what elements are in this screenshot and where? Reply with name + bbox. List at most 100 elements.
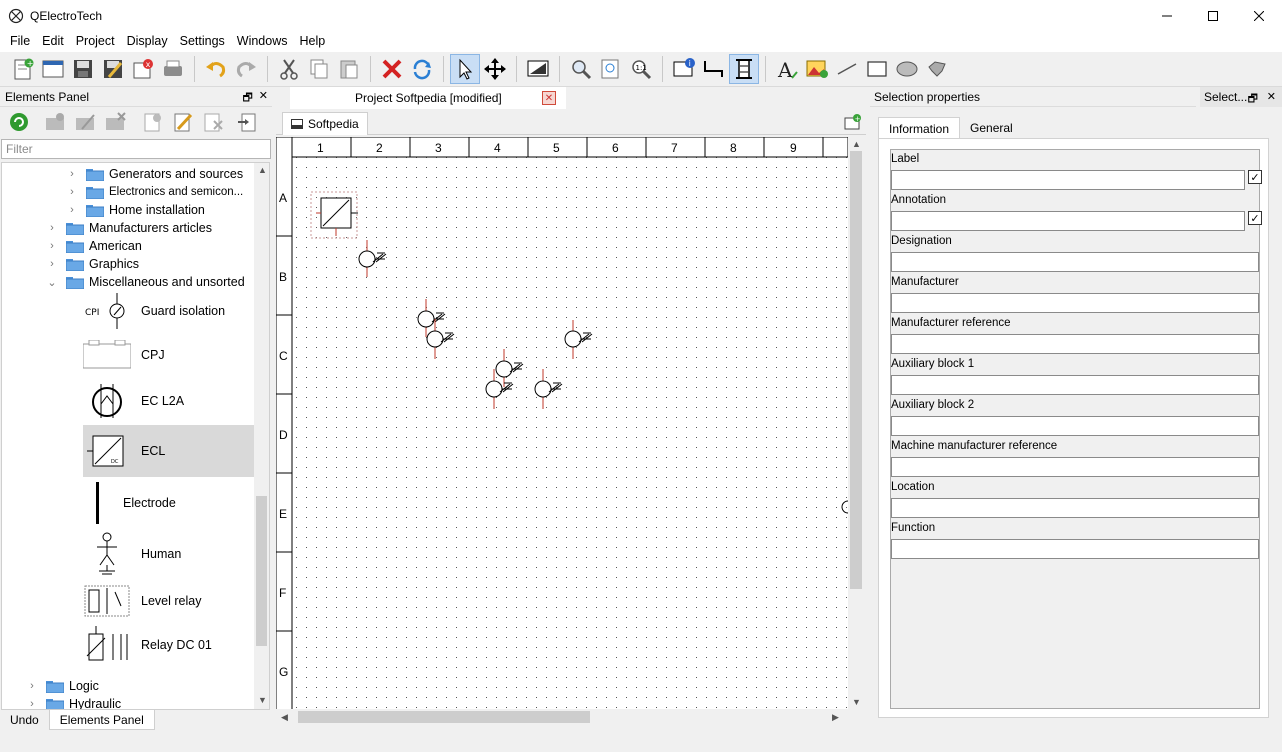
scroll-right-icon[interactable]: ▶ <box>832 712 839 723</box>
copy-button[interactable] <box>304 54 334 84</box>
add-image-button[interactable] <box>802 54 832 84</box>
tree-scroll-thumb[interactable] <box>256 496 267 646</box>
close-panel-icon[interactable]: ✕ <box>259 89 268 108</box>
tree-folder[interactable]: › Manufacturers articles <box>46 219 212 237</box>
element-item[interactable]: Electrode <box>83 479 255 527</box>
manufacturer-input[interactable] <box>891 293 1259 313</box>
move-tool-button[interactable] <box>480 54 510 84</box>
scroll-left-icon[interactable]: ◀ <box>281 712 288 723</box>
add-polygon-button[interactable] <box>922 54 952 84</box>
zoom-reset-button[interactable] <box>596 54 626 84</box>
scroll-down-icon[interactable]: ▼ <box>258 695 267 705</box>
scroll-up-icon[interactable]: ▲ <box>852 139 861 149</box>
reload-button[interactable] <box>4 108 34 136</box>
menu-settings[interactable]: Settings <box>174 31 231 52</box>
add-text-button[interactable]: A <box>772 54 802 84</box>
new-element-button[interactable] <box>138 108 168 136</box>
import-element-button[interactable] <box>232 108 262 136</box>
annotation-input[interactable] <box>891 211 1245 231</box>
folio-info-button[interactable]: i <box>669 54 699 84</box>
new-folio-button[interactable] <box>38 54 68 84</box>
new-category-button[interactable] <box>40 108 70 136</box>
terminal-button[interactable] <box>729 54 759 84</box>
vertical-scroll-thumb[interactable] <box>850 151 862 589</box>
tree-folder-expanded[interactable]: ⌄ Miscellaneous and unsorted <box>46 273 245 291</box>
menu-project[interactable]: Project <box>70 31 121 52</box>
menu-display[interactable]: Display <box>121 31 174 52</box>
tree-folder[interactable]: › Home installation <box>66 201 205 219</box>
element-item[interactable]: Relay DC 01 <box>83 623 255 667</box>
cut-button[interactable] <box>274 54 304 84</box>
manufacturer-reference-input[interactable] <box>891 334 1259 354</box>
paste-button[interactable] <box>334 54 364 84</box>
delete-element-button[interactable] <box>198 108 228 136</box>
diagram-canvas[interactable]: 1 2 3 4 5 6 7 8 9 A B C D E F G <box>276 137 848 715</box>
add-folio-icon[interactable]: + <box>844 113 862 131</box>
fit-view-button[interactable] <box>523 54 553 84</box>
diagram-horizontal-scrollbar[interactable]: ◀ ▶ <box>276 709 848 725</box>
minimize-button[interactable] <box>1144 0 1190 31</box>
scroll-down-icon[interactable]: ▼ <box>852 697 861 707</box>
tree-folder[interactable]: › Hydraulic <box>26 695 121 709</box>
new-project-button[interactable]: + <box>8 54 38 84</box>
element-item[interactable]: Level relay <box>83 581 255 621</box>
label-visible-checkbox[interactable]: ✓ <box>1248 170 1262 184</box>
print-button[interactable] <box>158 54 188 84</box>
edit-category-button[interactable] <box>70 108 100 136</box>
menu-file[interactable]: File <box>4 31 36 52</box>
conductor-button[interactable] <box>699 54 729 84</box>
element-item[interactable]: Human <box>83 529 255 579</box>
redo-button[interactable] <box>231 54 261 84</box>
menu-edit[interactable]: Edit <box>36 31 70 52</box>
tab-elements-panel[interactable]: Elements Panel <box>48 710 155 730</box>
filter-input[interactable]: Filter <box>1 139 271 159</box>
zoom-fit-button[interactable] <box>566 54 596 84</box>
label-input[interactable] <box>891 170 1245 190</box>
edit-element-button[interactable] <box>168 108 198 136</box>
element-item[interactable]: CPJ <box>83 333 255 377</box>
tab-undo[interactable]: Undo <box>0 710 49 730</box>
tree-folder[interactable]: › Logic <box>26 677 99 695</box>
designation-input[interactable] <box>891 252 1259 272</box>
delete-category-button[interactable] <box>100 108 130 136</box>
tree-folder[interactable]: › Generators and sources <box>66 165 243 183</box>
tree-folder[interactable]: › Graphics <box>46 255 139 273</box>
folio-tab[interactable]: Softpedia <box>282 112 368 135</box>
float-panel-icon[interactable]: 🗗 <box>1248 90 1258 109</box>
close-project-button[interactable]: x <box>128 54 158 84</box>
auxiliary-block-2-input[interactable] <box>891 416 1259 436</box>
tab-information[interactable]: Information <box>878 117 961 139</box>
save-button[interactable] <box>68 54 98 84</box>
project-tab[interactable]: Project Softpedia [modified] ✕ <box>290 87 566 109</box>
tab-general[interactable]: General <box>960 117 1023 139</box>
save-as-button[interactable] <box>98 54 128 84</box>
location-input[interactable] <box>891 498 1259 518</box>
machine-manufacturer-reference-input[interactable] <box>891 457 1259 477</box>
undo-button[interactable] <box>201 54 231 84</box>
float-panel-icon[interactable]: 🗗 <box>242 89 252 108</box>
element-item[interactable]: EC L2A <box>83 379 255 423</box>
close-tab-icon[interactable]: ✕ <box>542 91 556 105</box>
element-item[interactable]: CPI Guard isolation <box>83 291 255 331</box>
tree-scrollbar[interactable]: ▲ ▼ <box>254 163 269 709</box>
close-window-button[interactable] <box>1236 0 1282 31</box>
zoom-in-button[interactable]: 1:1 <box>626 54 656 84</box>
tree-folder[interactable]: › American <box>46 237 142 255</box>
scroll-up-icon[interactable]: ▲ <box>258 165 267 175</box>
function-input[interactable] <box>891 539 1259 559</box>
diagram-vertical-scrollbar[interactable]: ▲ ▼ <box>848 137 864 715</box>
add-ellipse-button[interactable] <box>892 54 922 84</box>
auxiliary-block-1-input[interactable] <box>891 375 1259 395</box>
menu-windows[interactable]: Windows <box>231 31 294 52</box>
annotation-visible-checkbox[interactable]: ✓ <box>1248 211 1262 225</box>
add-rectangle-button[interactable] <box>862 54 892 84</box>
menu-help[interactable]: Help <box>294 31 332 52</box>
horizontal-scroll-thumb[interactable] <box>298 711 590 723</box>
close-panel-icon[interactable]: ✕ <box>1267 90 1276 103</box>
element-item-selected[interactable]: DC ECL <box>83 425 255 477</box>
rotate-button[interactable] <box>407 54 437 84</box>
add-line-button[interactable] <box>832 54 862 84</box>
select-tool-button[interactable] <box>450 54 480 84</box>
diagram-svg[interactable]: 1 2 3 4 5 6 7 8 9 A B C D E F G <box>276 137 848 715</box>
delete-button[interactable] <box>377 54 407 84</box>
